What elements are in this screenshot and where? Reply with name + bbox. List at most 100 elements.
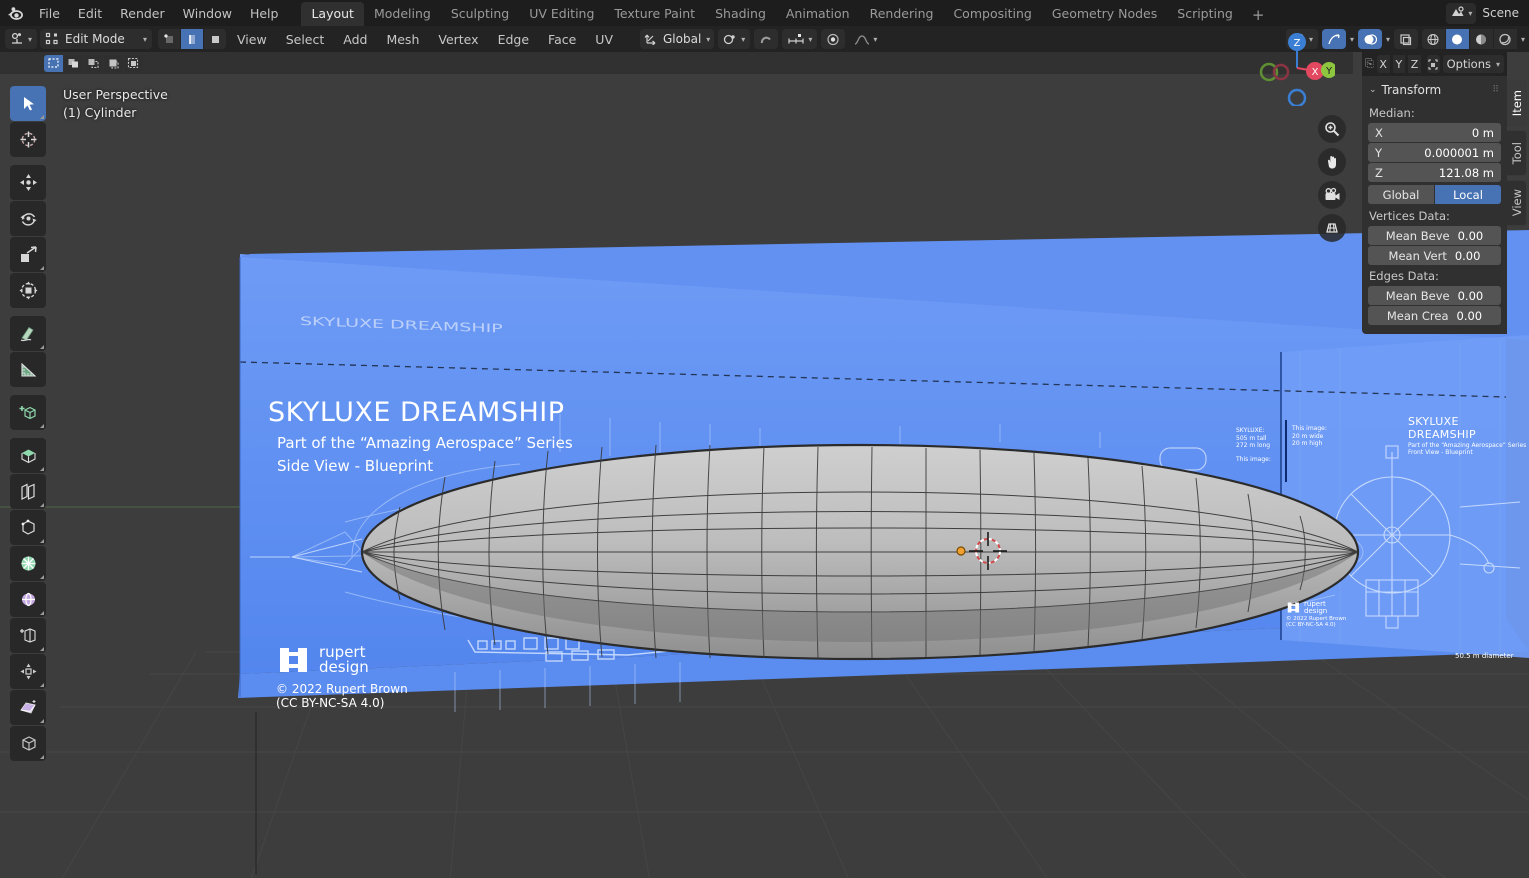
cursor-tool-button[interactable] <box>10 122 46 157</box>
axis-z-button[interactable]: Z <box>1408 55 1421 73</box>
proportional-editing-button[interactable] <box>821 29 846 49</box>
select-intersect-button[interactable] <box>124 54 143 72</box>
face-select-mode-button[interactable] <box>204 29 227 49</box>
workspace-tab-geometry-nodes[interactable]: Geometry Nodes <box>1042 2 1167 26</box>
blueprint-image-spec-block: This image: 20 m wide 20 m high <box>1292 425 1327 448</box>
sidebar-tab-item[interactable]: Item <box>1507 80 1527 126</box>
select-invert-button[interactable] <box>104 54 123 72</box>
pan-view-button[interactable] <box>1318 148 1346 176</box>
move-tool-button[interactable] <box>10 165 46 200</box>
overlays-toggle-button[interactable] <box>1357 29 1382 49</box>
rendered-shading-button[interactable] <box>1493 29 1517 49</box>
edge-select-mode-button[interactable] <box>181 29 204 49</box>
viewport-menu-face[interactable]: Face <box>540 29 584 50</box>
mean-vertex-crease-field[interactable]: Mean Vert 0.00 <box>1368 246 1501 265</box>
transform-tool-button[interactable] <box>10 273 46 308</box>
wireframe-shading-button[interactable] <box>1421 29 1445 49</box>
chevron-down-icon[interactable]: ▾ <box>1521 35 1525 44</box>
workspace-tab-texture-paint[interactable]: Texture Paint <box>604 2 705 26</box>
tweak-tool-button[interactable] <box>10 86 46 121</box>
workspace-tab-scripting[interactable]: Scripting <box>1167 2 1243 26</box>
drag-grip-icon[interactable]: ⠿ <box>1492 85 1500 95</box>
scene-selector[interactable]: ▾ <box>1446 2 1477 24</box>
smooth-vertex-tool-button[interactable] <box>10 690 46 725</box>
workspace-tab-modeling[interactable]: Modeling <box>364 2 441 26</box>
knife-tool-button[interactable] <box>10 582 46 617</box>
add-cube-tool-button[interactable] <box>10 395 46 430</box>
median-y-field[interactable]: Y 0.000001 m <box>1368 143 1501 162</box>
loop-cut-tool-button[interactable] <box>10 546 46 581</box>
xray-toggle-button[interactable] <box>1393 29 1418 49</box>
workspace-tab-uv-editing[interactable]: UV Editing <box>519 2 604 26</box>
chevron-down-icon[interactable]: ▾ <box>1386 35 1390 44</box>
axis-y-button[interactable]: Y <box>1392 55 1406 73</box>
workspace-tab-shading[interactable]: Shading <box>705 2 776 26</box>
mean-bevel-edge-field[interactable]: Mean Beve 0.00 <box>1368 286 1501 305</box>
menu-window[interactable]: Window <box>174 3 241 24</box>
spin-tool-button[interactable] <box>10 654 46 689</box>
mean-crease-field[interactable]: Mean Crea 0.00 <box>1368 306 1501 325</box>
local-space-toggle[interactable]: Local <box>1435 185 1501 204</box>
viewport-menu-edge[interactable]: Edge <box>490 29 537 50</box>
3d-viewport[interactable]: SKYLUXE DREAMSHIP Part of the “Amazing A… <box>0 52 1529 878</box>
select-extend-button[interactable] <box>64 54 83 72</box>
pivot-point-selector[interactable]: ▾ <box>718 29 751 49</box>
workspace-tab-compositing[interactable]: Compositing <box>943 2 1041 26</box>
workspace-tab-layout[interactable]: Layout <box>301 2 364 26</box>
transform-gizmo-button[interactable] <box>1426 55 1440 73</box>
material-preview-shading-button[interactable] <box>1469 29 1493 49</box>
sidebar-tab-view[interactable]: View <box>1507 180 1527 226</box>
blender-logo-icon[interactable] <box>0 0 30 26</box>
annotate-tool-button[interactable] <box>10 316 46 351</box>
workspace-tab-sculpting[interactable]: Sculpting <box>441 2 519 26</box>
global-space-toggle[interactable]: Global <box>1368 185 1434 204</box>
select-set-button[interactable] <box>44 54 63 72</box>
scene-name-label[interactable]: Scene <box>1478 6 1525 20</box>
lock-icon[interactable]: ⎘ <box>1365 57 1374 71</box>
add-workspace-button[interactable]: + <box>1243 4 1274 26</box>
viewport-menu-add[interactable]: Add <box>335 29 375 50</box>
menu-edit[interactable]: Edit <box>69 3 111 24</box>
sidebar-tab-tool[interactable]: Tool <box>1507 130 1527 176</box>
snap-target-selector[interactable]: ▾ <box>782 29 818 49</box>
extrude-region-tool-button[interactable] <box>10 438 46 473</box>
viewport-menu-uv[interactable]: UV <box>587 29 621 50</box>
transform-panel-header[interactable]: ⌄ Transform ⠿ <box>1368 80 1501 102</box>
interaction-mode-selector[interactable]: Edit Mode ▾ <box>40 29 153 49</box>
edge-slide-tool-button[interactable] <box>10 726 46 761</box>
navigation-gizmo[interactable]: Z X Y <box>1259 30 1337 108</box>
rotate-tool-button[interactable] <box>10 201 46 236</box>
bevel-tool-button[interactable] <box>10 510 46 545</box>
poly-build-tool-button[interactable] <box>10 618 46 653</box>
measure-tool-button[interactable] <box>10 352 46 387</box>
median-x-field[interactable]: X 0 m <box>1368 123 1501 142</box>
mean-bevel-vertex-field[interactable]: Mean Beve 0.00 <box>1368 226 1501 245</box>
toggle-perspective-button[interactable] <box>1318 214 1346 242</box>
menu-file[interactable]: File <box>30 3 69 24</box>
vertex-select-mode-button[interactable] <box>158 29 181 49</box>
camera-view-button[interactable] <box>1318 181 1346 209</box>
solid-shading-button[interactable] <box>1445 29 1469 49</box>
select-subtract-button[interactable] <box>84 54 103 72</box>
transform-orientation-selector[interactable]: Global ▾ <box>640 29 715 49</box>
workspace-tab-rendering[interactable]: Rendering <box>860 2 944 26</box>
median-z-field[interactable]: Z 121.08 m <box>1368 163 1501 182</box>
falloff-type-selector[interactable]: ▾ <box>849 29 882 49</box>
editor-type-button[interactable]: ▾ <box>5 29 38 49</box>
viewport-menu-view[interactable]: View <box>229 29 275 50</box>
viewport-menu-vertex[interactable]: Vertex <box>430 29 486 50</box>
options-dropdown[interactable]: Options ▾ <box>1442 55 1505 73</box>
menu-render[interactable]: Render <box>111 3 174 24</box>
viewport-menu-mesh[interactable]: Mesh <box>378 29 427 50</box>
chevron-down-icon[interactable]: ▾ <box>1350 35 1354 44</box>
chevron-down-icon: ▾ <box>706 34 711 44</box>
axis-x-button[interactable]: X <box>1376 55 1390 73</box>
viewport-menu-select[interactable]: Select <box>278 29 333 50</box>
scale-tool-button[interactable] <box>10 237 46 272</box>
inset-faces-tool-button[interactable] <box>10 474 46 509</box>
workspace-tab-animation[interactable]: Animation <box>776 2 860 26</box>
snap-magnet-button[interactable] <box>754 29 779 49</box>
menu-help[interactable]: Help <box>241 3 288 24</box>
zoom-view-button[interactable] <box>1318 115 1346 143</box>
transform-panel-title: Transform <box>1381 83 1442 97</box>
